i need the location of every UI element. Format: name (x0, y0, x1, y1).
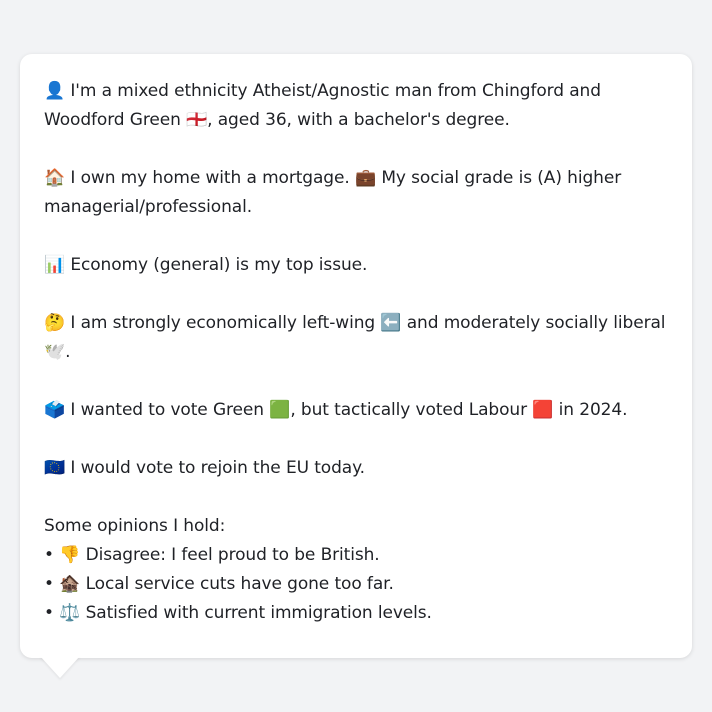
identity-paragraph: 👤 I'm a mixed ethnicity Atheist/Agnostic… (44, 81, 601, 130)
bubble-tail (40, 656, 80, 678)
vote-paragraph: 🗳️ I wanted to vote Green 🟩, but tactica… (44, 400, 628, 420)
opinions-heading: Some opinions I hold: (44, 516, 226, 536)
housing-paragraph: 🏠 I own my home with a mortgage. 💼 My so… (44, 168, 622, 217)
ideology-paragraph: 🤔 I am strongly economically left-wing ⬅… (44, 313, 666, 362)
opinion-item: ⚖️ Satisfied with current immigration le… (44, 599, 668, 628)
opinions-list: Some opinions I hold: 👎 Disagree: I feel… (44, 512, 668, 628)
opinion-item: 👎 Disagree: I feel proud to be British. (44, 541, 668, 570)
top-issue-paragraph: 📊 Economy (general) is my top issue. (44, 255, 368, 275)
eu-paragraph: 🇪🇺 I would vote to rejoin the EU today. (44, 458, 365, 478)
message-bubble: 👤 I'm a mixed ethnicity Atheist/Agnostic… (20, 54, 692, 658)
opinion-item: 🏚️ Local service cuts have gone too far. (44, 570, 668, 599)
